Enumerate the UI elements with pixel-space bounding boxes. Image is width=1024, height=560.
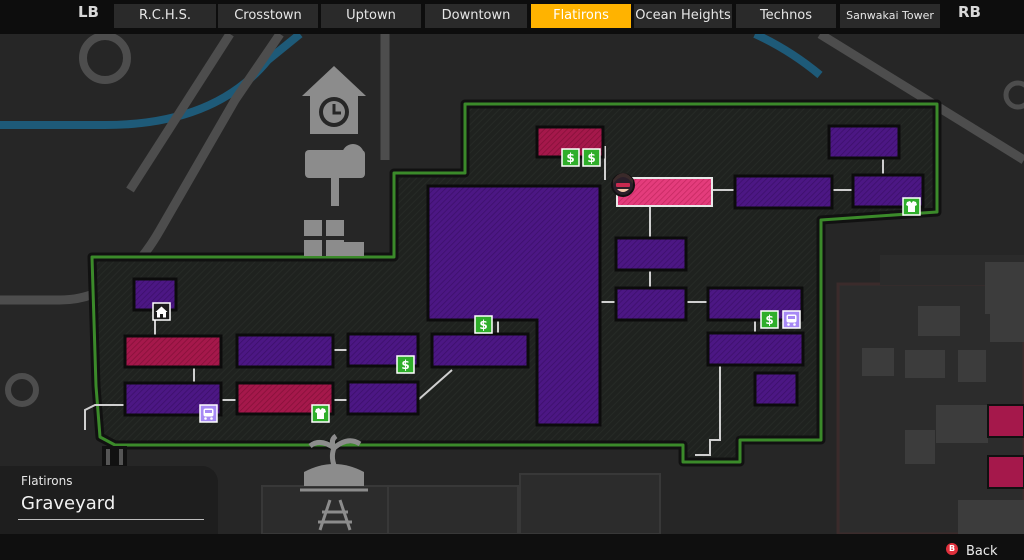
player-marker-icon bbox=[611, 173, 635, 197]
clock-tower-icon bbox=[302, 66, 366, 134]
rb-shoulder-button[interactable]: RB bbox=[958, 3, 981, 21]
back-label[interactable]: Back bbox=[966, 544, 998, 559]
building bbox=[753, 371, 799, 407]
shirt-icon[interactable] bbox=[311, 404, 330, 423]
building bbox=[123, 334, 223, 369]
building bbox=[827, 124, 901, 160]
district-name: Flatirons bbox=[21, 474, 73, 488]
building bbox=[706, 331, 805, 367]
bus-icon[interactable] bbox=[199, 404, 218, 423]
building bbox=[614, 286, 688, 322]
b-button-icon[interactable]: B bbox=[946, 543, 958, 555]
dollar-icon[interactable]: $ bbox=[396, 355, 415, 374]
bus-icon[interactable] bbox=[782, 310, 801, 329]
tab-downtown[interactable]: Downtown bbox=[425, 4, 527, 28]
building bbox=[430, 332, 530, 369]
tab-technos[interactable]: Technos bbox=[736, 4, 836, 28]
window-building-icon bbox=[304, 220, 364, 256]
palm-island-icon bbox=[300, 433, 368, 492]
bottom-bar bbox=[0, 534, 1024, 560]
tab-uptown[interactable]: Uptown bbox=[321, 4, 421, 28]
tab-rchs[interactable]: R.C.H.S. bbox=[114, 4, 216, 28]
tab-crosstown[interactable]: Crosstown bbox=[218, 4, 318, 28]
dollar-icon[interactable]: $ bbox=[561, 148, 580, 167]
tab-ocean-heights[interactable]: Ocean Heights bbox=[634, 4, 732, 28]
dollar-icon[interactable]: $ bbox=[760, 310, 779, 329]
area-divider bbox=[18, 519, 204, 520]
svg-text:$: $ bbox=[401, 358, 409, 372]
tree-sign-icon bbox=[305, 144, 365, 206]
home-icon[interactable] bbox=[152, 302, 171, 321]
building bbox=[346, 380, 420, 416]
gates bbox=[102, 446, 127, 468]
building bbox=[235, 333, 335, 369]
building bbox=[614, 236, 688, 272]
building bbox=[733, 174, 834, 210]
dollar-icon[interactable]: $ bbox=[582, 148, 601, 167]
svg-text:$: $ bbox=[587, 151, 595, 165]
shirt-icon[interactable] bbox=[902, 197, 921, 216]
svg-text:$: $ bbox=[566, 151, 574, 165]
tab-sanwakai-tower[interactable]: Sanwakai Tower bbox=[840, 4, 940, 28]
svg-text:$: $ bbox=[479, 318, 487, 332]
dollar-icon[interactable]: $ bbox=[474, 315, 493, 334]
lb-shoulder-button[interactable]: LB bbox=[78, 3, 99, 21]
tab-flatirons[interactable]: Flatirons bbox=[531, 4, 631, 28]
svg-text:$: $ bbox=[765, 313, 773, 327]
district-map: $ $ $ $ $ bbox=[0, 34, 1024, 534]
area-name: Graveyard bbox=[21, 493, 116, 514]
